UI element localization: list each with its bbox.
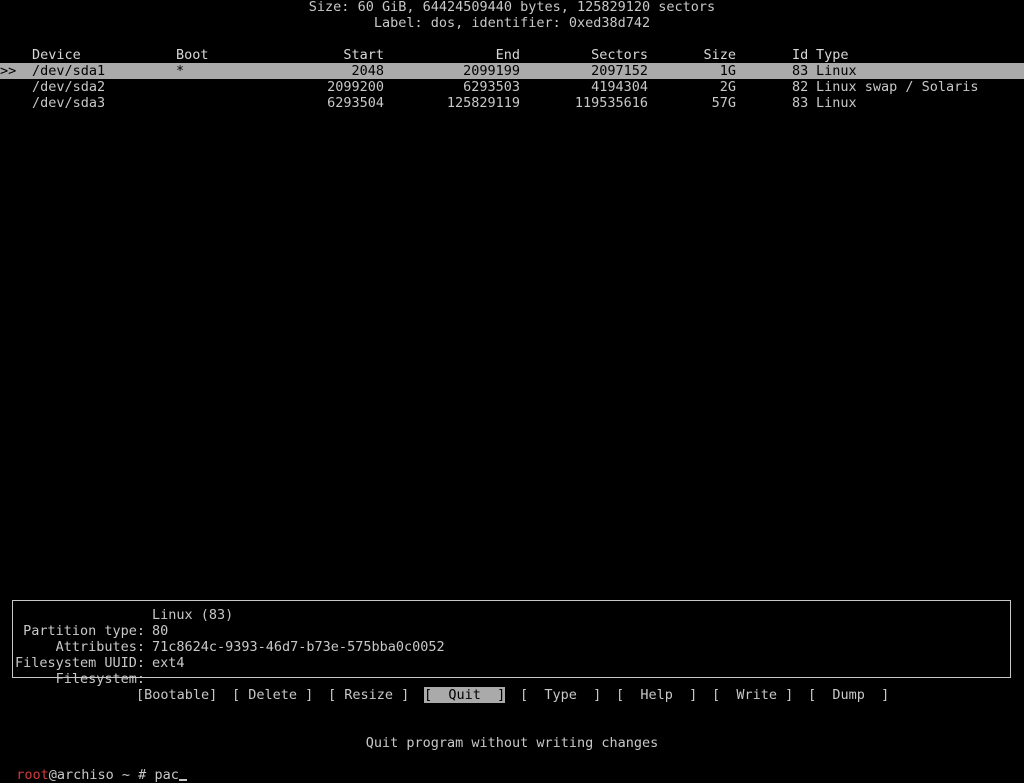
partition-type-label-wrap: Partition type: <box>13 607 145 639</box>
partition-row-sda3[interactable]: /dev/sda3 6293504 125829119 119535616 57… <box>0 95 1024 111</box>
partition-boot-flag: * <box>176 63 185 79</box>
column-device: Device <box>32 47 81 63</box>
bootable-button[interactable]: [Bootable] <box>136 687 217 703</box>
partition-table-header: Device Boot Start End Sectors Size Id Ty… <box>0 47 1024 63</box>
partition-start: 6293504 <box>327 95 384 111</box>
dump-button[interactable]: [ Dump ] <box>808 687 889 703</box>
partition-end: 125829119 <box>446 95 520 111</box>
partition-id: 83 <box>792 63 809 79</box>
column-start: Start <box>343 47 384 63</box>
shell-prompt[interactable]: root@archiso ~ # pac <box>0 751 187 783</box>
partition-info-box: Partition type: Linux (83) Attributes: 8… <box>12 600 1011 687</box>
column-size: Size <box>703 47 736 63</box>
partition-sectors: 119535616 <box>574 95 648 111</box>
delete-button[interactable]: [ Delete ] <box>232 687 313 703</box>
partition-start: 2048 <box>351 63 384 79</box>
column-end: End <box>495 47 520 63</box>
write-button[interactable]: [ Write ] <box>712 687 793 703</box>
selection-marker: >> <box>0 63 17 79</box>
column-id: Id <box>792 47 809 63</box>
partition-end: 2099199 <box>463 63 520 79</box>
partition-row-sda2[interactable]: /dev/sda2 2099200 6293503 4194304 2G 82 … <box>0 79 1024 95</box>
column-sectors: Sectors <box>591 47 648 63</box>
disk-size-line: Size: 60 GiB, 64424509440 bytes, 1258291… <box>308 0 716 15</box>
prompt-text: @archiso ~ # pac <box>48 767 179 783</box>
partition-size: 57G <box>711 95 736 111</box>
partition-sectors: 4194304 <box>591 79 648 95</box>
filesystem-uuid-value: 71c8624c-9393-46d7-b73e-575bba0c0052 <box>152 639 445 655</box>
filesystem-label: Filesystem: <box>55 671 145 687</box>
disk-label-line: Label: dos, identifier: 0xed38d742 <box>373 15 651 31</box>
column-type: Type <box>816 47 849 63</box>
partition-type-value: Linux (83) <box>152 607 234 623</box>
help-button[interactable]: [ Help ] <box>616 687 697 703</box>
text-cursor <box>178 779 187 781</box>
partition-type: Linux swap / Solaris <box>816 79 979 95</box>
partition-start: 2099200 <box>327 79 384 95</box>
quit-button[interactable]: [ Quit ] <box>424 687 506 703</box>
column-boot: Boot <box>176 47 209 63</box>
partition-sectors: 2097152 <box>591 63 648 79</box>
partition-id: 83 <box>792 95 809 111</box>
filesystem-label-wrap: Filesystem: <box>13 655 145 687</box>
uuid-label-wrap: Filesystem UUID: <box>13 639 145 671</box>
partition-row-sda1[interactable]: >> /dev/sda1 * 2048 2099199 2097152 1G 8… <box>0 63 1024 79</box>
partition-type: Linux <box>816 63 857 79</box>
partition-end: 6293503 <box>463 79 520 95</box>
type-button[interactable]: [ Type ] <box>520 687 601 703</box>
prompt-user: root <box>16 767 49 783</box>
resize-button[interactable]: [ Resize ] <box>328 687 409 703</box>
partition-id: 82 <box>792 79 809 95</box>
partition-size: 1G <box>719 63 736 79</box>
filesystem-value: ext4 <box>152 655 185 671</box>
attributes-value: 80 <box>152 623 169 639</box>
partition-type: Linux <box>816 95 857 111</box>
status-message: Quit program without writing changes <box>365 735 659 751</box>
partition-size: 2G <box>719 79 736 95</box>
partition-device: /dev/sda3 <box>32 95 106 111</box>
partition-device: /dev/sda2 <box>32 79 106 95</box>
partition-device: /dev/sda1 <box>32 63 106 79</box>
attributes-label-wrap: Attributes: <box>13 623 145 655</box>
